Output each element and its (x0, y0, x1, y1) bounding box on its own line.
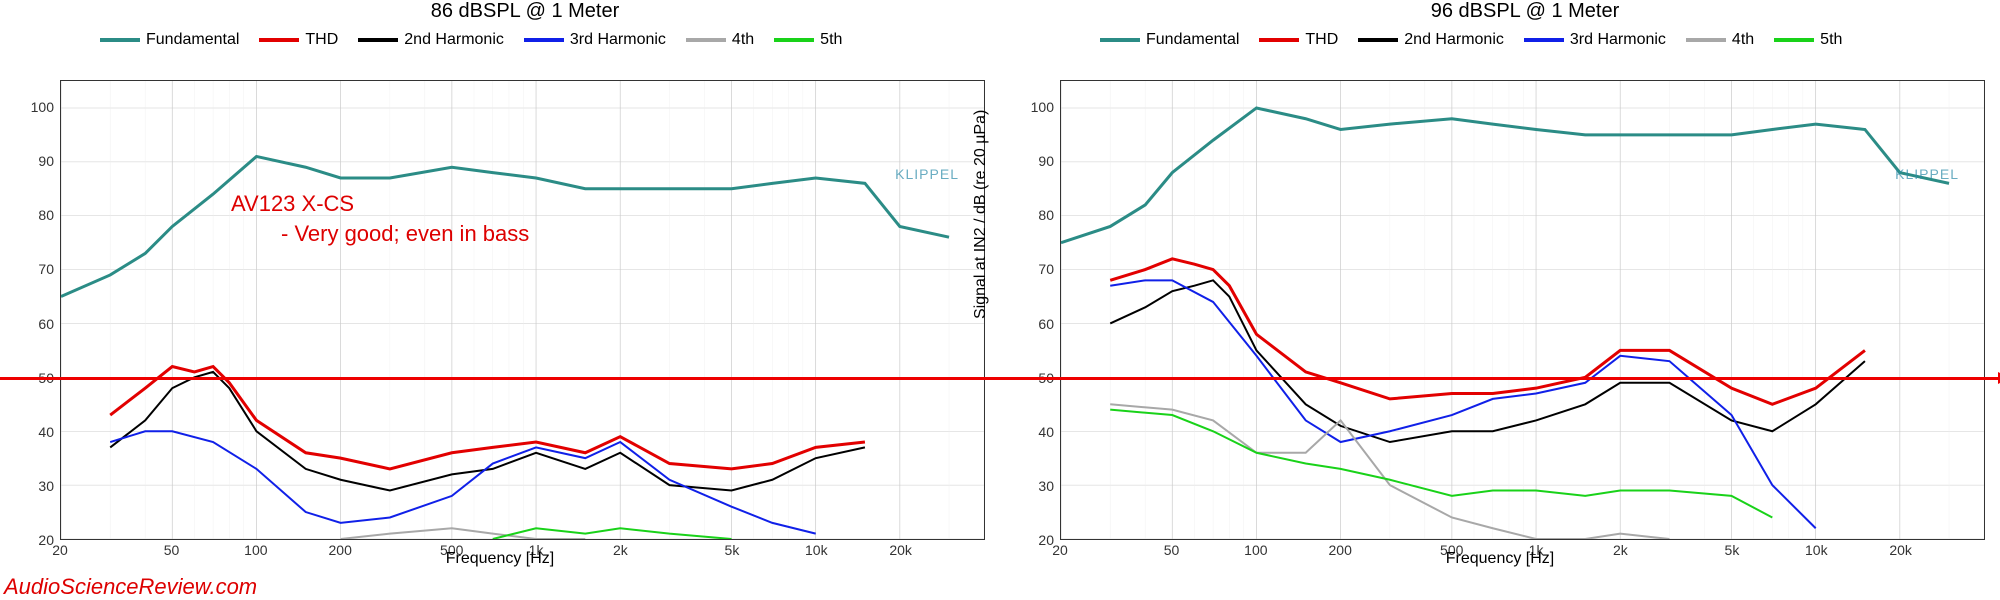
legend-item: Fundamental (100, 27, 239, 53)
y-tick-label: 70 (1038, 261, 1054, 277)
left-panel: 86 dBSPL @ 1 Meter Fundamental THD 2nd Har… (0, 0, 1000, 570)
legend-label: 4th (1732, 27, 1754, 53)
chart-title-right: 96 dBSPL @ 1 Meter (1060, 0, 1990, 23)
plot-right: KLIPPEL (1060, 80, 1985, 540)
legend-swatch (1100, 38, 1140, 42)
legend-label: THD (1305, 27, 1338, 53)
series-thd (1110, 259, 1865, 404)
x-axis-label: Frequency [Hz] (1446, 550, 1554, 568)
series-5th (1110, 410, 1772, 518)
y-tick-label: 60 (38, 316, 54, 332)
x-tick-label: 50 (164, 542, 180, 558)
chart-title-left: 86 dBSPL @ 1 Meter (60, 0, 990, 23)
plot-svg-left (61, 81, 984, 539)
y-axis-label: Signal at IN2 / dB (re 20 µPa) (972, 110, 990, 319)
legend-label: 3rd Harmonic (1570, 27, 1666, 53)
plot-svg-right (1061, 81, 1984, 539)
x-tick-label: 200 (329, 542, 352, 558)
series-3rd-harmonic (1110, 280, 1815, 528)
legend-swatch (1774, 38, 1814, 42)
klippel-logo: KLIPPEL (1895, 166, 1959, 182)
legend-swatch (524, 38, 564, 42)
x-tick-label: 2k (613, 542, 628, 558)
y-tick-label: 80 (38, 207, 54, 223)
charts-container: 86 dBSPL @ 1 Meter Fundamental THD 2nd Har… (0, 0, 2000, 570)
x-tick-label: 20 (1052, 542, 1068, 558)
legend-item: Fundamental (1100, 27, 1239, 53)
y-ticks-left: 2030405060708090100 (18, 80, 56, 540)
legend-swatch (1524, 38, 1564, 42)
y-tick-label: 90 (38, 153, 54, 169)
x-tick-label: 50 (1164, 542, 1180, 558)
footer-credit: AudioScienceReview.com (4, 574, 257, 600)
y-tick-label: 30 (1038, 478, 1054, 494)
y-tick-label: 40 (1038, 424, 1054, 440)
x-tick-label: 10k (1805, 542, 1828, 558)
legend-label: 4th (732, 27, 754, 53)
annotation-subtitle: - Very good; even in bass (281, 221, 529, 247)
x-tick-label: 200 (1329, 542, 1352, 558)
y-tick-label: 100 (1031, 99, 1054, 115)
x-tick-label: 20 (52, 542, 68, 558)
legend-item: 2nd Harmonic (358, 27, 504, 53)
x-tick-label: 5k (1725, 542, 1740, 558)
legend-swatch (259, 38, 299, 42)
legend-item: 3rd Harmonic (1524, 27, 1666, 53)
y-tick-label: 90 (1038, 153, 1054, 169)
reference-line-50db (0, 377, 2000, 380)
legend-label: 5th (1820, 27, 1842, 53)
klippel-logo: KLIPPEL (895, 166, 959, 182)
x-tick-label: 100 (244, 542, 267, 558)
legend-label: 5th (820, 27, 842, 53)
x-tick-label: 100 (1244, 542, 1267, 558)
legend-swatch (100, 38, 140, 42)
legend-item: 4th (1686, 27, 1754, 53)
legend-swatch (774, 38, 814, 42)
y-tick-label: 100 (31, 99, 54, 115)
legend-swatch (1358, 38, 1398, 42)
x-tick-label: 5k (725, 542, 740, 558)
x-tick-label: 2k (1613, 542, 1628, 558)
legend-item: 2nd Harmonic (1358, 27, 1504, 53)
y-tick-label: 70 (38, 261, 54, 277)
legend-item: 4th (686, 27, 754, 53)
legend-item: 5th (1774, 27, 1842, 53)
legend-swatch (1259, 38, 1299, 42)
legend-item: 5th (774, 27, 842, 53)
x-axis-label: Frequency [Hz] (446, 550, 554, 568)
x-tick-label: 10k (805, 542, 828, 558)
legend-item: THD (259, 27, 338, 53)
y-tick-label: 40 (38, 424, 54, 440)
y-ticks-right: 2030405060708090100 (1018, 80, 1056, 540)
legend-label: Fundamental (1146, 27, 1239, 53)
legend-item: 3rd Harmonic (524, 27, 666, 53)
x-tick-label: 20k (889, 542, 912, 558)
legend-label: 2nd Harmonic (404, 27, 504, 53)
legend-swatch (1686, 38, 1726, 42)
y-tick-label: 30 (38, 478, 54, 494)
legend-swatch (358, 38, 398, 42)
legend-item: THD (1259, 27, 1338, 53)
y-tick-label: 60 (1038, 316, 1054, 332)
series-2nd-harmonic (1110, 280, 1865, 442)
right-panel: 96 dBSPL @ 1 Meter Fundamental THD 2nd Har… (1000, 0, 2000, 570)
legend-right: Fundamental THD 2nd Harmonic 3rd Harmonic 4t… (1060, 27, 1990, 53)
legend-left: Fundamental THD 2nd Harmonic 3rd Harmonic 4t… (60, 27, 990, 53)
legend-label: THD (305, 27, 338, 53)
x-tick-label: 20k (1889, 542, 1912, 558)
plot-left: KLIPPEL AV123 X-CS - Very good; even in … (60, 80, 985, 540)
y-tick-label: 80 (1038, 207, 1054, 223)
legend-label: 2nd Harmonic (1404, 27, 1504, 53)
legend-label: 3rd Harmonic (570, 27, 666, 53)
legend-label: Fundamental (146, 27, 239, 53)
legend-swatch (686, 38, 726, 42)
series-3rd-harmonic (110, 431, 815, 533)
annotation-title: AV123 X-CS (231, 191, 354, 217)
